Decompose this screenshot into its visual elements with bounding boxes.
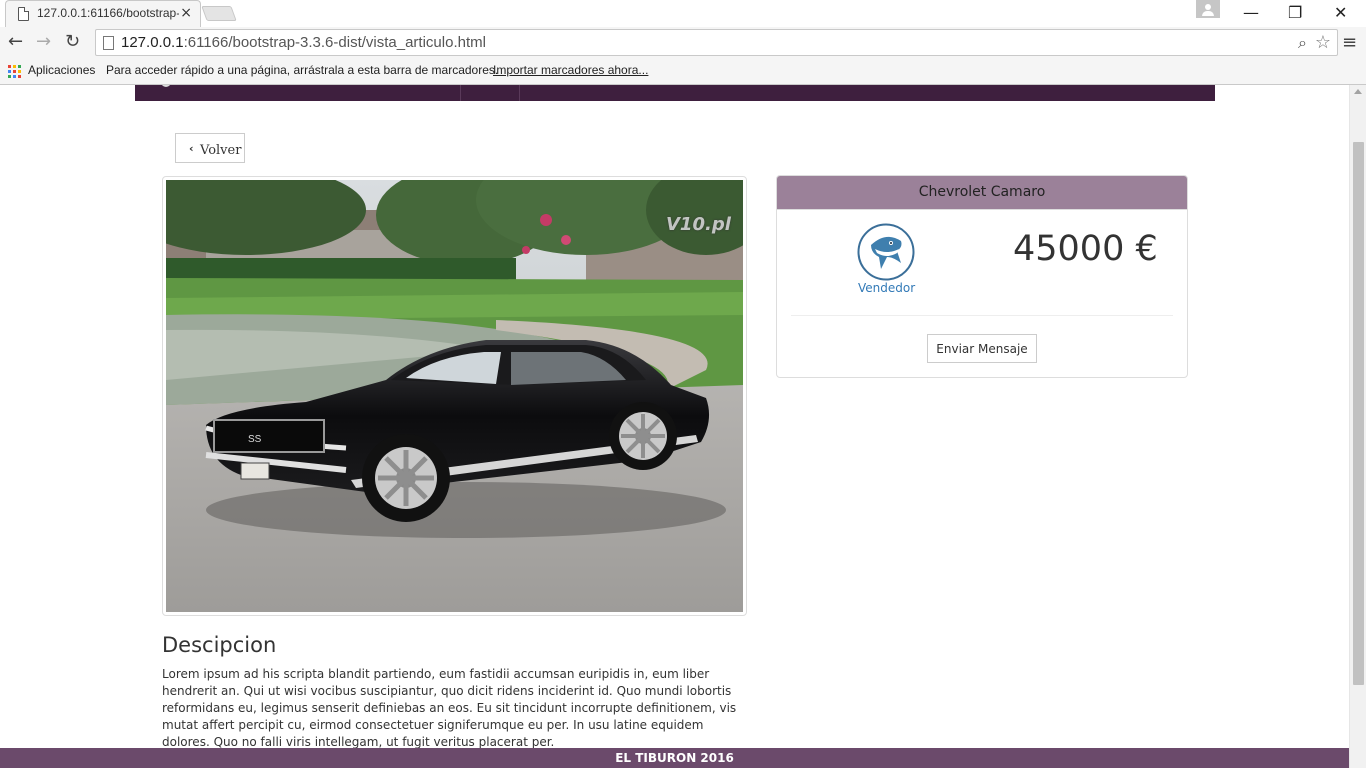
url-text[interactable]: 127.0.0.1:61166/bootstrap-3.3.6-dist/vis… xyxy=(121,34,486,51)
chevron-left-icon: ‹ xyxy=(189,142,194,155)
apps-bookmark[interactable]: Aplicaciones xyxy=(28,63,95,77)
bookmarks-bar: Aplicaciones Para acceder rápido a una p… xyxy=(0,58,1366,85)
svg-text:SS: SS xyxy=(248,434,262,445)
close-window-button[interactable]: ✕ xyxy=(1334,3,1347,22)
page-scrollbar[interactable] xyxy=(1349,85,1366,768)
forward-button[interactable]: → xyxy=(36,31,51,52)
bookmarks-hint: Para acceder rápido a una página, arrást… xyxy=(106,63,499,77)
send-message-button[interactable]: Enviar Mensaje xyxy=(927,334,1037,363)
site-navbar xyxy=(135,85,1215,101)
description-text: Lorem ipsum ad his scripta blandit parti… xyxy=(162,667,737,749)
zoom-icon[interactable]: ⌕ xyxy=(1298,33,1307,53)
bookmark-star-icon[interactable]: ☆ xyxy=(1315,32,1331,53)
panel-divider xyxy=(791,315,1173,316)
scroll-up-icon[interactable] xyxy=(1354,89,1362,94)
scrollbar-thumb[interactable] xyxy=(1353,142,1364,685)
back-button-label: Volver xyxy=(200,143,242,158)
tab-title: 127.0.0.1:61166/bootstrap-3.3.6-dist/vis… xyxy=(37,6,179,20)
navbar-divider xyxy=(519,85,520,101)
photo-watermark: V10.pl xyxy=(666,214,731,235)
description-heading: Descipcion xyxy=(162,633,277,657)
article-title: Chevrolet Camaro xyxy=(777,176,1187,210)
browser-menu-icon[interactable]: ≡ xyxy=(1342,32,1357,53)
import-bookmarks-link[interactable]: Importar marcadores ahora... xyxy=(493,63,648,77)
tab-close-icon[interactable]: × xyxy=(180,5,192,21)
article-photo-frame: SS V10.pl xyxy=(162,176,747,616)
back-button[interactable]: ← xyxy=(8,31,23,52)
reload-button[interactable]: ↻ xyxy=(65,31,80,52)
restore-button[interactable]: ❐ xyxy=(1288,3,1302,22)
shark-avatar-icon[interactable] xyxy=(857,223,915,281)
url-path: :61166/bootstrap-3.3.6-dist/vista_articu… xyxy=(183,34,486,51)
browser-toolbar: ← → ↻ 127.0.0.1:61166/bootstrap-3.3.6-di… xyxy=(0,27,1366,58)
site-footer: EL TIBURON 2016 xyxy=(0,748,1349,768)
seller-link[interactable]: Vendedor xyxy=(858,281,915,295)
apps-grid-icon[interactable] xyxy=(8,65,21,78)
search-icon[interactable] xyxy=(161,85,171,87)
article-photo: SS V10.pl xyxy=(166,180,743,612)
new-tab-button[interactable] xyxy=(201,6,237,21)
page-icon xyxy=(18,7,29,21)
page-viewport: ‹ Volver SS V10.pl Descipcion Lorem ipsu… xyxy=(0,85,1366,768)
minimize-button[interactable]: — xyxy=(1243,3,1259,22)
address-bar[interactable]: 127.0.0.1:61166/bootstrap-3.3.6-dist/vis… xyxy=(95,29,1338,56)
car-illustration: SS xyxy=(166,180,743,612)
article-price: 45000 € xyxy=(1013,229,1158,269)
back-link-button[interactable]: ‹ Volver xyxy=(175,133,245,163)
browser-tab[interactable]: 127.0.0.1:61166/bootstrap-3.3.6-dist/vis… xyxy=(5,0,201,27)
page-info-icon[interactable] xyxy=(103,36,114,50)
navbar-divider xyxy=(460,85,461,101)
url-host: 127.0.0.1 xyxy=(121,34,184,51)
user-profile-icon[interactable] xyxy=(1196,0,1220,18)
tab-strip: 127.0.0.1:61166/bootstrap-3.3.6-dist/vis… xyxy=(0,0,1366,27)
article-panel: Chevrolet Camaro Vendedor 45000 € Enviar… xyxy=(776,175,1188,378)
